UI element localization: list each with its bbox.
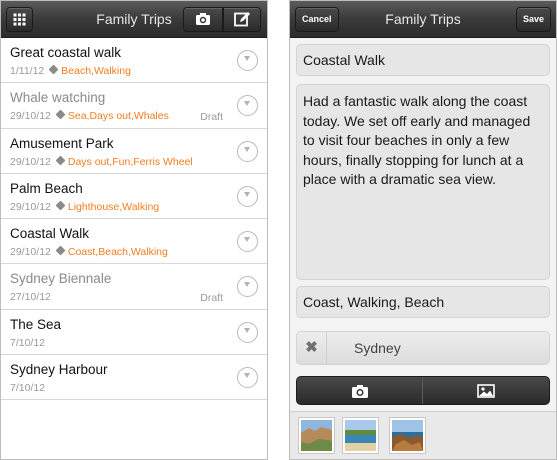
rock-shore-photo [392,420,423,451]
trip-tags-field[interactable]: Coast, Walking, Beach [296,286,550,318]
tag-icon [55,245,66,256]
trip-tags: Lighthouse,Walking [67,200,160,213]
trip-date: 1/11/12 [10,65,45,77]
trip-date: 7/10/12 [10,382,46,395]
trip-meta: 29/10/12 Coast,Beach,Walking [10,245,168,259]
photo-library-button[interactable] [423,377,549,404]
trip-meta: 29/10/12 Days out,Fun,Ferris Wheel [10,155,193,168]
tag-icon [55,200,66,211]
trip-title-field[interactable]: Coastal Walk [296,44,550,76]
trip-meta: 7/10/12 [10,337,45,349]
beach-photo [345,420,376,451]
list-item[interactable]: Whale watching 29/10/12 Sea,Days out,Whal… [1,83,267,129]
list-navbar: Family Trips [1,1,267,38]
media-bar [296,376,550,405]
clear-location-button[interactable]: ✖ [297,332,327,364]
trip-date: 29/10/12 [10,155,51,168]
trip-date: 7/10/12 [10,336,46,349]
trip-title: Whale watching [10,90,106,106]
trip-date: 29/10/12 [10,246,51,259]
disclosure-icon[interactable] [237,50,258,71]
trip-date: 29/10/12 [10,200,51,213]
trip-date: 27/10/12 [10,291,51,304]
list-item[interactable]: Sydney Harbour 7/10/12 [1,355,267,401]
photo-thumbnail[interactable] [342,417,379,454]
trip-meta: 1/11/12 Beach,Walking [10,64,131,77]
trip-meta: 27/10/12 [10,291,51,303]
disclosure-icon[interactable] [237,95,258,117]
disclosure-icon[interactable] [237,231,258,253]
trips-list-screen: Family Trips Great coastal walk 1/11/12 B… [0,0,268,460]
edit-trip-screen: Cancel Family Trips Save Coastal Walk Ha… [289,0,557,460]
trip-title: Sydney Harbour [10,362,108,378]
trip-tags: Coast,Beach,Walking [67,246,168,259]
trip-title: Sydney Biennale [10,271,112,287]
disclosure-icon[interactable] [237,321,258,343]
edit-navbar: Cancel Family Trips Save [290,1,556,38]
photo-thumbnail[interactable] [389,417,426,454]
trip-tags: Sea,Days out,Whales [67,110,169,123]
photo-library-icon [477,383,495,398]
trip-title: Amusement Park [10,135,114,151]
camera-icon [196,13,210,25]
trip-tags: Beach,Walking [61,65,131,77]
compose-icon [234,12,250,27]
draft-label: Draft [200,292,223,305]
trip-body-field[interactable]: Had a fantastic walk along the coast tod… [296,84,550,280]
compose-button[interactable] [223,7,261,32]
trip-title: Coastal Walk [10,226,90,242]
camera-icon [351,384,368,398]
trip-title: The Sea [10,316,62,332]
list-item[interactable]: The Sea 7/10/12 [1,309,267,356]
trip-meta: 29/10/12 Lighthouse,Walking [10,200,160,213]
trip-date: 29/10/12 [10,110,51,123]
save-button[interactable]: Save [515,7,551,32]
location-field[interactable]: ✖ Sydney [296,331,550,365]
disclosure-icon[interactable] [237,185,258,207]
trip-title: Palm Beach [10,180,83,196]
list-item[interactable]: Sydney Biennale 27/10/12 Draft [1,264,267,310]
draft-label: Draft [200,111,223,124]
disclosure-icon[interactable] [237,367,258,389]
disclosure-icon[interactable] [237,276,258,298]
disclosure-icon[interactable] [237,140,258,162]
trip-meta: 7/10/12 [10,382,45,394]
trip-meta: 29/10/12 Sea,Days out,Whales [10,109,169,123]
coastal-cliffs-photo [301,420,332,451]
tag-icon [48,64,59,75]
list-item[interactable]: Great coastal walk 1/11/12 Beach,Walking [1,38,267,84]
tag-icon [55,155,66,166]
photo-thumbnail-strip [290,411,556,459]
list-item[interactable]: Palm Beach 29/10/12 Lighthouse,Walking [1,173,267,220]
tag-icon [55,109,66,120]
photo-thumbnail[interactable] [298,417,335,454]
list-item[interactable]: Coastal Walk 29/10/12 Coast,Beach,Walking [1,219,267,265]
trips-list: Great coastal walk 1/11/12 Beach,Walking … [1,38,267,401]
add-photo-button[interactable] [297,377,423,404]
trip-tags: Days out,Fun,Ferris Wheel [67,155,193,168]
list-item[interactable]: Amusement Park 29/10/12 Days out,Fun,Ferr… [1,128,267,174]
location-value: Sydney [354,340,401,356]
trip-title: Great coastal walk [10,45,122,60]
camera-button[interactable] [183,7,223,32]
